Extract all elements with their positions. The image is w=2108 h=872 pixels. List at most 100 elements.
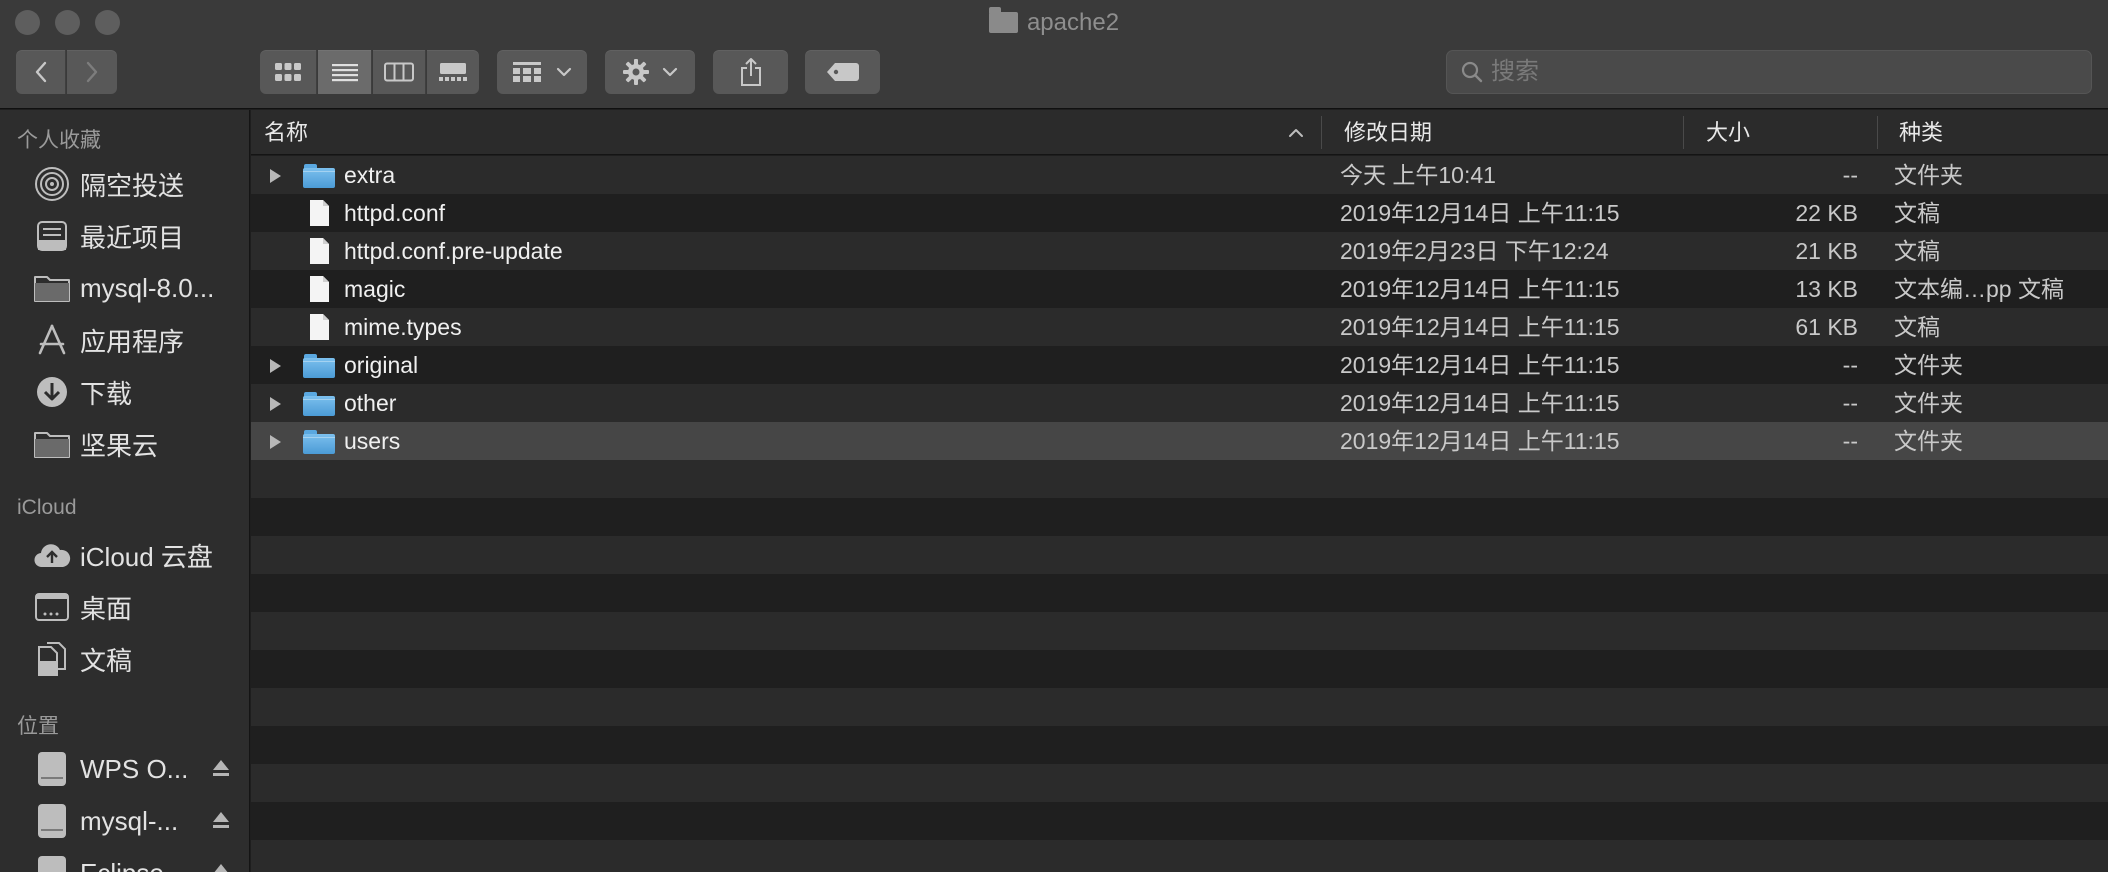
chevron-right-icon xyxy=(86,61,98,83)
folder-icon xyxy=(303,389,335,417)
disclosure-triangle-icon[interactable] xyxy=(268,434,282,455)
document-icon xyxy=(303,199,335,227)
tag-icon xyxy=(826,63,859,81)
sidebar-item-label: 桌面 xyxy=(80,593,133,624)
folder-row[interactable]: other 2019年12月14日 上午11:15 -- 文件夹 xyxy=(251,384,2108,422)
airdrop-icon xyxy=(32,164,72,204)
share-button[interactable] xyxy=(713,50,788,94)
file-kind: 文稿 xyxy=(1894,314,1940,340)
sidebar-item-icloud-drive[interactable]: iCloud 云盘 xyxy=(32,533,242,577)
empty-row xyxy=(251,688,2108,726)
sidebar-item-mysql-disk[interactable]: mysql-... xyxy=(32,799,242,843)
share-icon xyxy=(740,58,761,86)
file-size: 22 KB xyxy=(1795,200,1858,226)
folder-row[interactable]: extra 今天 上午10:41 -- 文件夹 xyxy=(251,156,2108,194)
chevron-up-icon[interactable] xyxy=(1288,128,1304,138)
folder-row[interactable]: original 2019年12月14日 上午11:15 -- 文件夹 xyxy=(251,346,2108,384)
column-divider[interactable] xyxy=(1683,116,1684,149)
column-header-date[interactable]: 修改日期 xyxy=(1344,110,1432,155)
tag-button[interactable] xyxy=(805,50,880,94)
group-by-button[interactable] xyxy=(497,50,587,94)
folder-icon xyxy=(32,424,72,464)
column-divider[interactable] xyxy=(1321,116,1322,149)
file-modified-date: 2019年12月14日 上午11:15 xyxy=(1340,314,1620,340)
sidebar-item-downloads[interactable]: 下载 xyxy=(32,370,242,414)
file-modified-date: 2019年12月14日 上午11:15 xyxy=(1340,352,1620,378)
eject-icon[interactable] xyxy=(212,758,230,783)
search-input[interactable] xyxy=(1491,51,2091,93)
icon-view-button[interactable] xyxy=(260,50,317,94)
file-name: httpd.conf xyxy=(344,200,446,226)
disclosure-triangle-icon[interactable] xyxy=(268,358,282,379)
file-kind: 文件夹 xyxy=(1894,352,1963,378)
sidebar-item-label: Eclipse... xyxy=(80,858,186,872)
file-size: -- xyxy=(1842,162,1858,188)
file-kind: 文本编…pp 文稿 xyxy=(1894,276,2064,302)
file-modified-date: 今天 上午10:41 xyxy=(1340,162,1496,188)
document-icon xyxy=(303,275,335,303)
gear-icon xyxy=(623,59,649,85)
file-row[interactable]: httpd.conf 2019年12月14日 上午11:15 22 KB 文稿 xyxy=(251,194,2108,232)
disk-icon xyxy=(32,801,72,841)
file-size: 61 KB xyxy=(1795,314,1858,340)
file-row[interactable]: magic 2019年12月14日 上午11:15 13 KB 文本编…pp 文稿 xyxy=(251,270,2108,308)
sidebar-item-wps-disk[interactable]: WPS O... xyxy=(32,747,242,791)
sidebar-item-documents[interactable]: 文稿 xyxy=(32,637,242,681)
file-name: extra xyxy=(344,162,396,188)
empty-row xyxy=(251,764,2108,802)
sidebar-item-airdrop[interactable]: 隔空投送 xyxy=(32,162,242,206)
file-row[interactable]: httpd.conf.pre-update 2019年2月23日 下午12:24 2… xyxy=(251,232,2108,270)
sidebar-item-label: 下载 xyxy=(80,378,133,409)
forward-button[interactable] xyxy=(67,50,117,94)
file-list: 名称 修改日期 大小 种类 extra 今天 上午10:41 -- 文件夹 httpd.… xyxy=(251,110,2108,872)
folder-icon xyxy=(303,427,335,455)
file-name: httpd.conf.pre-update xyxy=(344,238,563,264)
sidebar-item-desktop[interactable]: 桌面 xyxy=(32,585,242,629)
window-toolbar: apache2 xyxy=(0,0,2108,109)
file-name: original xyxy=(344,352,419,378)
column-divider[interactable] xyxy=(1877,116,1878,149)
eject-icon[interactable] xyxy=(212,862,230,872)
file-kind: 文件夹 xyxy=(1894,162,1963,188)
search-field[interactable] xyxy=(1446,50,2092,94)
file-size: -- xyxy=(1842,390,1858,416)
window-title-text: apache2 xyxy=(1026,9,1120,36)
gallery-view-icon xyxy=(439,63,467,81)
column-view-icon xyxy=(384,62,414,82)
column-header-kind[interactable]: 种类 xyxy=(1899,110,1943,155)
disk-icon xyxy=(32,853,72,872)
sidebar-item-mysql-folder[interactable]: mysql-8.0... xyxy=(32,266,242,310)
back-button[interactable] xyxy=(16,50,66,94)
folder-icon xyxy=(988,7,1018,33)
folder-row[interactable]: users 2019年12月14日 上午11:15 -- 文件夹 xyxy=(251,422,2108,460)
empty-row xyxy=(251,612,2108,650)
file-modified-date: 2019年12月14日 上午11:15 xyxy=(1340,200,1620,226)
file-size: 21 KB xyxy=(1795,238,1858,264)
file-row[interactable]: mime.types 2019年12月14日 上午11:15 61 KB 文稿 xyxy=(251,308,2108,346)
empty-row xyxy=(251,726,2108,764)
recents-icon xyxy=(32,216,72,256)
sidebar-item-eclipse-disk[interactable]: Eclipse... xyxy=(32,851,242,872)
eject-icon[interactable] xyxy=(212,810,230,835)
disclosure-triangle-icon[interactable] xyxy=(268,168,282,189)
file-name: users xyxy=(344,428,401,454)
sidebar-item-label: WPS O... xyxy=(80,753,189,784)
list-view-button[interactable] xyxy=(318,50,372,94)
action-menu-button[interactable] xyxy=(605,50,695,94)
column-view-button[interactable] xyxy=(373,50,426,94)
gallery-view-button[interactable] xyxy=(427,50,479,94)
sidebar-item-applications[interactable]: 应用程序 xyxy=(32,318,242,362)
column-header-name[interactable]: 名称 xyxy=(264,110,308,155)
documents-icon xyxy=(32,639,72,679)
sidebar-section-icloud: iCloud xyxy=(17,496,77,519)
empty-row xyxy=(251,536,2108,574)
file-kind: 文件夹 xyxy=(1894,390,1963,416)
disclosure-triangle-icon[interactable] xyxy=(268,396,282,417)
icloud-icon xyxy=(32,535,72,575)
sidebar-item-jianguoyun[interactable]: 坚果云 xyxy=(32,422,242,466)
sidebar-item-recents[interactable]: 最近项目 xyxy=(32,214,242,258)
sidebar-item-label: 应用程序 xyxy=(80,326,185,357)
column-header-size[interactable]: 大小 xyxy=(1706,110,1750,155)
file-name: mime.types xyxy=(344,314,462,340)
file-modified-date: 2019年12月14日 上午11:15 xyxy=(1340,390,1620,416)
